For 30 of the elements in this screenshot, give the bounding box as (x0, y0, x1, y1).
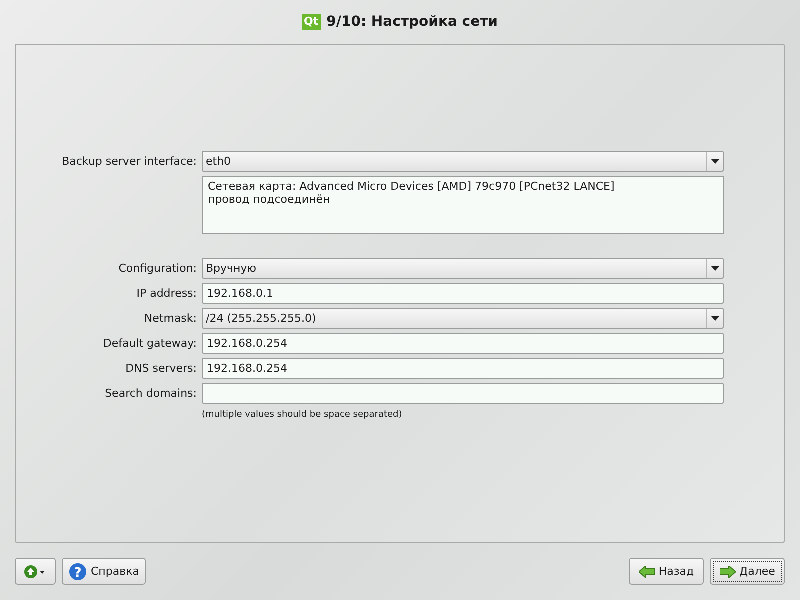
field-label: IP address: (136, 287, 197, 300)
interface-dropdown[interactable]: eth0 (202, 151, 724, 172)
up-arrow-icon (24, 564, 48, 578)
field-label: Default gateway: (102, 337, 197, 350)
help-icon: ? (69, 562, 87, 580)
dropdown[interactable]: Вручную (202, 258, 724, 279)
window-title: 9/10: Настройка сети (326, 14, 498, 30)
back-button[interactable]: Назад (629, 558, 704, 585)
dropdown-arrow-icon[interactable] (706, 309, 723, 328)
qt-logo-icon: Qt (302, 14, 321, 30)
up-menu-button[interactable] (15, 558, 56, 585)
description-line: Сетевая карта: Advanced Micro Devices [AMD] 79c970 [PCnet32 LANCE] (208, 180, 616, 193)
dropdown-arrow-icon[interactable] (706, 152, 723, 171)
field-label: Netmask: (143, 312, 197, 325)
input-field[interactable] (202, 383, 724, 404)
left-arrow-icon (638, 566, 655, 578)
hint-text: (multiple values should be space separated) (202, 409, 404, 420)
description-line: провод подсоединён (208, 193, 332, 206)
dropdown[interactable]: /24 (255.255.255.0) (202, 308, 724, 329)
input-field[interactable]: 192.168.0.254 (202, 358, 724, 379)
next-button[interactable]: Далее (710, 558, 785, 585)
field-label: Search domains: (104, 387, 197, 400)
input-field[interactable]: 192.168.0.1 (202, 283, 724, 304)
input-field[interactable]: 192.168.0.254 (202, 333, 724, 354)
field-label: DNS servers: (124, 362, 197, 375)
field-label: Backup server interface: (61, 155, 197, 168)
field-label: Configuration: (118, 262, 197, 275)
dropdown-arrow-icon[interactable] (706, 259, 723, 278)
help-button[interactable]: ? Справка (62, 558, 146, 585)
right-arrow-icon (720, 566, 736, 578)
